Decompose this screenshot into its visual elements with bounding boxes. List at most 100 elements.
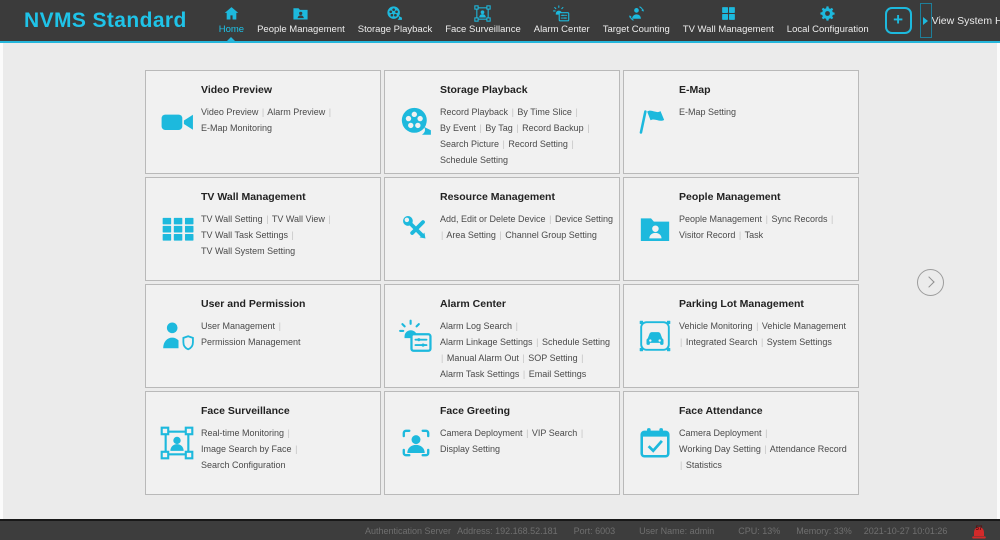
- card-link[interactable]: VIP Search: [532, 428, 577, 438]
- view-system-help-link[interactable]: View System Help: [932, 15, 1000, 27]
- card-link[interactable]: System Settings: [767, 337, 832, 347]
- tv-wall-icon: [720, 5, 737, 22]
- card-link[interactable]: TV Wall View: [272, 214, 325, 224]
- card-body: Face AttendanceCamera Deployment | Worki…: [679, 405, 852, 473]
- title-bar: NVMS Standard Home People Management Stora…: [0, 0, 1000, 41]
- link-separator: |: [515, 123, 519, 133]
- tv-wall9-icon: [160, 212, 194, 246]
- card-link[interactable]: Working Day Setting: [679, 444, 761, 454]
- nav-item-tv-wall-management[interactable]: TV Wall Management: [681, 5, 776, 35]
- card-link[interactable]: E-Map Setting: [679, 107, 736, 117]
- card-link[interactable]: Video Preview: [201, 107, 258, 117]
- alarm-notification-icon[interactable]: 57: [972, 523, 986, 539]
- clock: 2021-10-27 10:01:26: [864, 526, 948, 536]
- card-link[interactable]: Alarm Log Search: [440, 321, 512, 331]
- nav-item-local-configuration[interactable]: Local Configuration: [785, 5, 871, 35]
- card-link[interactable]: TV Wall System Setting: [201, 246, 295, 256]
- card-links: Camera Deployment | Working Day Setting …: [679, 425, 852, 473]
- auth-server-label: Authentication Server: [365, 526, 451, 536]
- nav-item-people-management[interactable]: People Management: [255, 5, 347, 35]
- card-links: Camera Deployment | VIP Search | Display…: [440, 425, 613, 457]
- link-separator: |: [580, 428, 584, 438]
- link-separator: |: [287, 428, 291, 438]
- nav-item-storage-playback[interactable]: Storage Playback: [356, 5, 434, 35]
- next-page-button[interactable]: [917, 269, 944, 296]
- link-separator: |: [291, 230, 295, 240]
- link-separator: |: [580, 353, 584, 363]
- card-link[interactable]: Alarm Task Settings: [440, 369, 519, 379]
- nav-item-label: Storage Playback: [358, 24, 432, 35]
- card-link[interactable]: Email Settings: [529, 369, 587, 379]
- card-link[interactable]: Search Configuration: [201, 460, 286, 470]
- card-body: Resource ManagementAdd, Edit or Delete D…: [440, 191, 613, 243]
- card-link[interactable]: Schedule Setting: [440, 155, 508, 165]
- card-links: Add, Edit or Delete Device | Device Sett…: [440, 211, 613, 243]
- card-link[interactable]: Vehicle Management: [762, 321, 846, 331]
- card-link[interactable]: People Management: [679, 214, 762, 224]
- card-link[interactable]: Manual Alarm Out: [447, 353, 519, 363]
- card-link[interactable]: By Tag: [485, 123, 512, 133]
- card-link[interactable]: Camera Deployment: [679, 428, 762, 438]
- card-link[interactable]: Sync Records: [771, 214, 827, 224]
- card-link[interactable]: Real-time Monitoring: [201, 428, 284, 438]
- card-link[interactable]: TV Wall Task Settings: [201, 230, 288, 240]
- card-link[interactable]: Record Setting: [508, 139, 568, 149]
- card-link[interactable]: Statistics: [686, 460, 722, 470]
- card-link[interactable]: Display Setting: [440, 444, 500, 454]
- card-link[interactable]: Vehicle Monitoring: [679, 321, 753, 331]
- card-link[interactable]: Permission Management: [201, 337, 301, 347]
- app-logo: NVMS Standard: [24, 9, 187, 33]
- nav-item-label: Local Configuration: [787, 24, 869, 35]
- card-links: Alarm Log Search | Alarm Linkage Setting…: [440, 318, 613, 382]
- nav-overflow-toggle[interactable]: [920, 3, 932, 38]
- card-e-map: E-MapE-Map Setting: [623, 70, 859, 174]
- people-folder-icon: [292, 5, 309, 22]
- link-separator: |: [548, 214, 552, 224]
- card-link[interactable]: Attendance Record: [770, 444, 847, 454]
- card-link[interactable]: By Time Slice: [517, 107, 572, 117]
- card-link[interactable]: SOP Setting: [528, 353, 577, 363]
- card-title: Face Surveillance: [201, 405, 374, 417]
- film-reel-icon: [399, 105, 433, 139]
- card-link[interactable]: By Event: [440, 123, 476, 133]
- card-title: Video Preview: [201, 84, 374, 96]
- cpu-usage: CPU: 13%: [738, 526, 780, 536]
- nav-item-label: Face Surveillance: [445, 24, 521, 35]
- card-link[interactable]: Visitor Record: [679, 230, 735, 240]
- server-port: Port: 6003: [574, 526, 616, 536]
- card-link[interactable]: Image Search by Face: [201, 444, 292, 454]
- card-link[interactable]: Area Setting: [446, 230, 496, 240]
- card-link[interactable]: Alarm Linkage Settings: [440, 337, 533, 347]
- nav-item-target-counting[interactable]: Target Counting: [601, 5, 672, 35]
- nav-item-home[interactable]: Home: [217, 5, 246, 35]
- nav-item-alarm-center[interactable]: Alarm Center: [532, 5, 592, 35]
- card-link[interactable]: Camera Deployment: [440, 428, 523, 438]
- card-link[interactable]: Record Playback: [440, 107, 508, 117]
- card-link[interactable]: E-Map Monitoring: [201, 123, 272, 133]
- link-separator: |: [498, 230, 502, 240]
- nav-item-label: Alarm Center: [534, 24, 590, 35]
- card-link[interactable]: Search Picture: [440, 139, 499, 149]
- calendar-check-icon: [638, 426, 672, 460]
- card-link[interactable]: Add, Edit or Delete Device: [440, 214, 546, 224]
- main-nav: Home People Management Storage Playback Fac…: [217, 0, 871, 41]
- link-separator: |: [327, 214, 331, 224]
- card-link[interactable]: Task: [745, 230, 764, 240]
- card-body: Video PreviewVideo Preview | Alarm Previ…: [201, 84, 374, 136]
- card-link[interactable]: Record Backup: [522, 123, 584, 133]
- card-body: User and PermissionUser Management | Per…: [201, 298, 374, 350]
- add-tab-button[interactable]: +: [885, 7, 912, 34]
- cards-grid: Video Preview Video Preview | Alarm Previ…: [145, 70, 859, 495]
- nav-item-face-surveillance[interactable]: Face Surveillance: [443, 5, 523, 35]
- card-link[interactable]: Schedule Setting: [542, 337, 610, 347]
- card-link[interactable]: Integrated Search: [686, 337, 758, 347]
- link-separator: |: [586, 123, 590, 133]
- face-frame-icon: [160, 426, 194, 460]
- card-link[interactable]: TV Wall Setting: [201, 214, 263, 224]
- card-link[interactable]: Channel Group Setting: [505, 230, 597, 240]
- card-video-preview: Video PreviewVideo Preview | Alarm Previ…: [145, 70, 381, 174]
- card-link[interactable]: Alarm Preview: [267, 107, 325, 117]
- card-link[interactable]: User Management: [201, 321, 275, 331]
- card-link[interactable]: Device Setting: [555, 214, 613, 224]
- card-title: TV Wall Management: [201, 191, 374, 203]
